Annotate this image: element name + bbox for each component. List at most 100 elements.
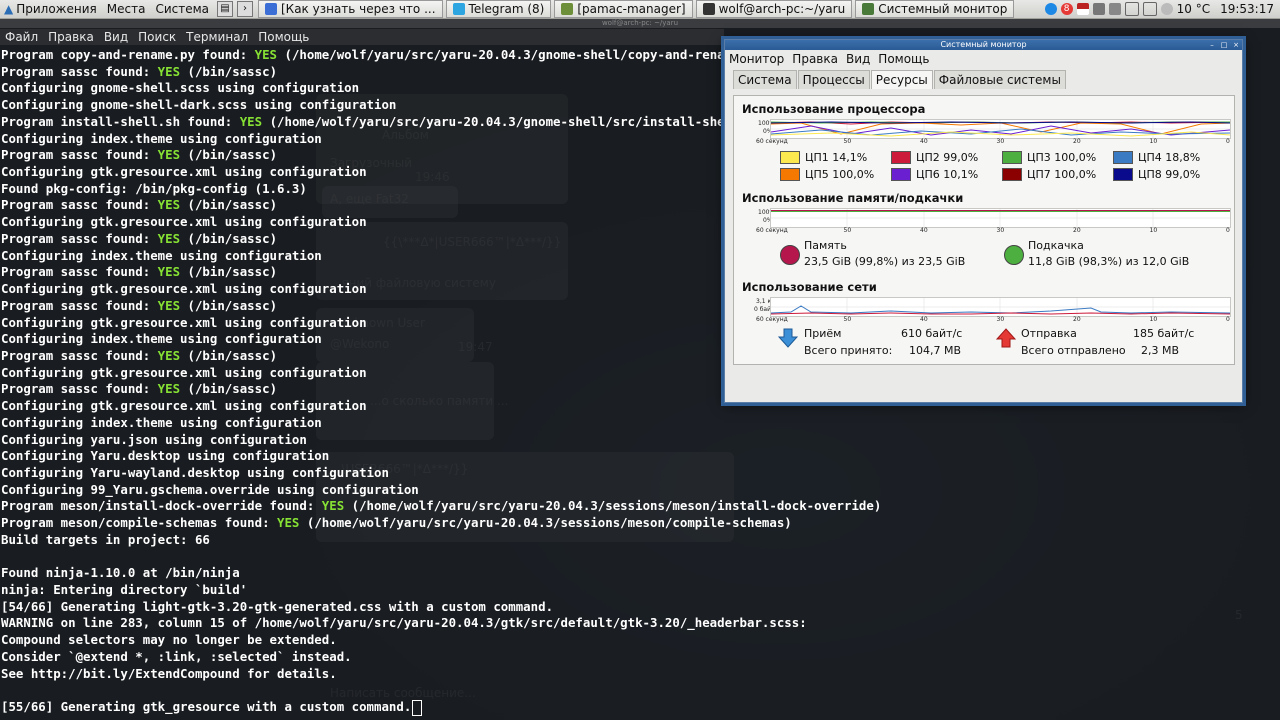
cpu-color-swatch[interactable] [1002, 151, 1022, 164]
line-text: Configuring gtk.gresource.xml using conf… [1, 164, 367, 180]
sysmon-menu-item[interactable]: Помощь [874, 52, 933, 66]
terminal-menu-item[interactable]: Помощь [253, 29, 314, 45]
cpu-legend-item[interactable]: ЦП2 99,0% [891, 151, 978, 164]
swap-pie-icon[interactable] [1004, 245, 1024, 265]
cpu-legend-item[interactable]: ЦП1 14,1% [780, 151, 867, 164]
task-button[interactable]: Системный монитор [855, 0, 1015, 18]
task-label: Telegram (8) [468, 2, 545, 16]
line-text: Program sassc found: [1, 63, 158, 79]
cpu-legend-label: ЦП2 99,0% [916, 151, 979, 164]
files-launcher-icon[interactable]: ▤ [217, 1, 233, 17]
cpu-color-swatch[interactable] [780, 168, 800, 181]
sysmon-menu-item[interactable]: Правка [788, 52, 842, 66]
line-text: Configuring index.theme using configurat… [1, 414, 322, 430]
cpu-legend-item[interactable]: ЦП6 10,1% [891, 168, 978, 181]
terminal-line: Compound selectors may no longer be exte… [1, 632, 1279, 649]
line-status: YES [157, 63, 181, 79]
line-text: Program meson/install-dock-override foun… [1, 498, 322, 514]
cpu-color-swatch[interactable] [1113, 168, 1133, 181]
cpu-color-swatch[interactable] [891, 151, 911, 164]
terminal-menu-item[interactable]: Поиск [133, 29, 181, 45]
line-text: Configuring index.theme using configurat… [1, 331, 322, 347]
upload-arrow-icon [996, 328, 1016, 348]
task-button[interactable]: Telegram (8) [445, 0, 552, 18]
line-text: Configuring gtk.gresource.xml using conf… [1, 364, 367, 380]
weather-icon [1160, 3, 1173, 15]
tab-3[interactable]: Файловые системы [933, 70, 1066, 89]
line-text: Consider `@extend *, :link, :selected` i… [1, 648, 352, 664]
rx-value: 610 байт/с [901, 327, 963, 340]
line-text: Configuring gnome-shell-dark.scss using … [1, 97, 397, 113]
menu-system[interactable]: Система [151, 2, 215, 16]
cpu-color-swatch[interactable] [1113, 151, 1133, 164]
terminal-menu-item[interactable]: Терминал [181, 29, 253, 45]
x-tick-label: 30 [996, 316, 1005, 323]
x-tick-label: 50 [843, 227, 852, 234]
line-text: Program sassc found: [1, 147, 158, 163]
cpu-legend-item[interactable]: ЦП5 100,0% [780, 168, 874, 181]
cpu-color-swatch[interactable] [780, 151, 800, 164]
task-button[interactable]: [Как узнать через что ... [258, 0, 443, 18]
line-status: YES [157, 381, 181, 397]
line-detail: (/bin/sassc) [180, 264, 278, 280]
terminal-menu-item[interactable]: Файл [0, 29, 43, 45]
cpu-color-swatch[interactable] [1002, 168, 1022, 181]
volume-tray-icon[interactable] [1108, 3, 1121, 15]
cpu-graph-lines [770, 120, 1231, 138]
cpu-color-swatch[interactable] [891, 168, 911, 181]
network-section-title: Использование сети [742, 280, 877, 294]
cpu-legend-item[interactable]: ЦП7 100,0% [1002, 168, 1096, 181]
network-graph [770, 297, 1231, 317]
minimize-icon[interactable]: – [1208, 41, 1216, 49]
tab-1[interactable]: Процессы [797, 70, 870, 89]
tab-0[interactable]: Система [733, 70, 797, 89]
line-text: ninja: Entering directory `build' [1, 582, 248, 597]
system-monitor-window[interactable]: Системный монитор – □ × Монитор Правка Вид… [724, 39, 1243, 403]
network-tray-icon[interactable] [1092, 3, 1105, 15]
terminal-cursor [412, 699, 423, 716]
cpu-legend-item[interactable]: ЦП8 99,0% [1113, 168, 1200, 181]
maximize-icon[interactable]: □ [1220, 41, 1228, 49]
menu-places[interactable]: Места [103, 2, 152, 16]
line-text: Configuring gnome-shell.scss using confi… [1, 80, 360, 96]
x-tick-label: 40 [920, 138, 928, 145]
cpu-legend-label: ЦП8 99,0% [1138, 168, 1201, 181]
tx-value: 185 байт/с [1133, 327, 1195, 340]
sysmon-menu-item[interactable]: Монитор [725, 52, 788, 66]
terminal-title: wolf@arch-pc: ~/yaru [0, 19, 1280, 28]
cpu-legend-item[interactable]: ЦП4 18,8% [1113, 151, 1200, 164]
chrome-tray-icon[interactable] [1044, 3, 1057, 15]
swap-label: Подкачка [1028, 239, 1084, 252]
x-tick-label: 20 [1073, 138, 1081, 145]
clock[interactable]: 19:53:17 [1220, 2, 1274, 16]
menu-applications[interactable]: ▲ Приложения [0, 2, 103, 16]
sysmon-menu-item[interactable]: Вид [842, 52, 874, 66]
task-button[interactable]: [pamac-manager] [554, 0, 693, 18]
task-button[interactable]: wolf@arch-pc:~/yaru [695, 0, 853, 18]
terminal-menu-item[interactable]: Вид [99, 29, 133, 45]
terminal-launcher-icon[interactable]: › [237, 1, 253, 17]
task-label: Системный монитор [878, 2, 1008, 16]
cpu-section-title: Использование процессора [742, 102, 926, 116]
terminal-line: Consider `@extend *, :link, :selected` i… [1, 649, 1279, 666]
terminal-menu-item[interactable]: Правка [43, 29, 99, 45]
line-text: Build targets in project: 66 [1, 531, 210, 547]
notification-badge-icon[interactable]: 8 [1060, 3, 1073, 15]
updates-tray-icon[interactable] [1142, 2, 1157, 16]
line-detail: (/home/wolf/yaru/src/yaru-20.04.3/sessio… [299, 515, 792, 531]
x-tick-label: 20 [1073, 227, 1081, 234]
sysmon-titlebar[interactable]: Системный монитор – □ × [725, 40, 1242, 50]
line-detail: (/bin/sassc) [180, 297, 278, 313]
cpu-legend-item[interactable]: ЦП3 100,0% [1002, 151, 1096, 164]
tx-label: Отправка [1021, 327, 1077, 340]
line-detail: (/bin/sassc) [180, 197, 278, 213]
terminal-line: Configuring Yaru.desktop using configura… [1, 448, 1279, 465]
clipboard-tray-icon[interactable] [1124, 2, 1139, 16]
temperature[interactable]: 10 °C [1177, 2, 1210, 16]
network-graph-lines [770, 298, 1231, 316]
terminal-line: [54/66] Generating light-gtk-3.20-gtk-ge… [1, 599, 1279, 616]
tab-2[interactable]: Ресурсы [870, 70, 933, 89]
close-icon[interactable]: × [1232, 41, 1240, 49]
memory-pie-icon[interactable] [780, 245, 800, 265]
us-flag-icon[interactable] [1076, 3, 1089, 15]
